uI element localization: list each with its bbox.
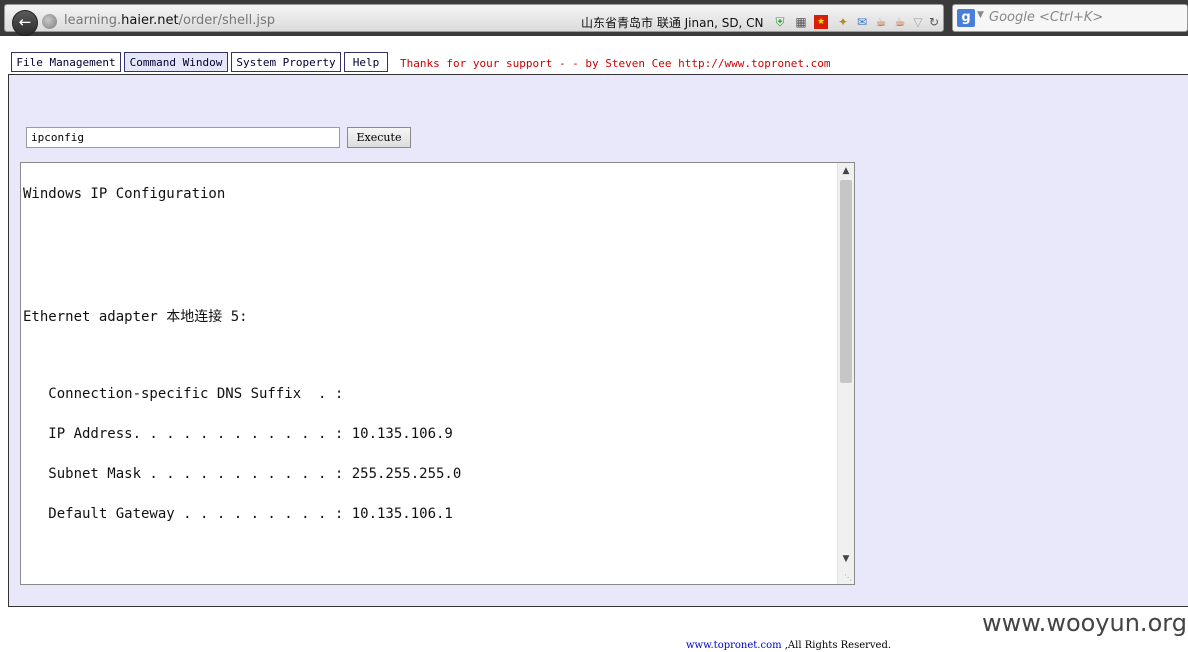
- url-prefix: learning.: [64, 13, 122, 28]
- search-box[interactable]: g ▼ Google <Ctrl+K>: [952, 4, 1188, 32]
- google-icon[interactable]: g: [957, 9, 975, 27]
- dropdown-icon[interactable]: ▽: [911, 15, 925, 29]
- thanks-notice: Thanks for your support - - by Steven Ce…: [400, 57, 831, 70]
- command-input[interactable]: [26, 127, 340, 148]
- footer: www.topronet.com ,All Rights Reserved.: [686, 640, 891, 651]
- url-text[interactable]: learning.haier.net/order/shell.jsp: [64, 13, 275, 28]
- reload-icon[interactable]: ↻: [927, 15, 941, 29]
- footer-text: ,All Rights Reserved.: [781, 640, 892, 651]
- url-domain: haier.net: [121, 13, 179, 28]
- menu-file-management[interactable]: File Management: [11, 52, 121, 72]
- chevron-down-icon[interactable]: ▼: [977, 10, 984, 20]
- shield-icon[interactable]: ⛨: [773, 15, 787, 29]
- watermark: www.wooyun.org: [982, 609, 1187, 637]
- command-output[interactable]: Windows IP Configuration Ethernet adapte…: [20, 162, 855, 585]
- scroll-down-icon[interactable]: ▼: [838, 551, 854, 567]
- output-line: Ethernet adapter 本地连接 5:: [23, 309, 248, 325]
- output-line: Windows IP Configuration: [23, 186, 226, 202]
- menu-command-window[interactable]: Command Window: [124, 52, 228, 72]
- java-icon[interactable]: ☕: [874, 15, 888, 29]
- output-line: Connection-specific DNS Suffix . :: [23, 386, 344, 402]
- menu-system-property[interactable]: System Property: [231, 52, 341, 72]
- back-arrow-icon[interactable]: ←: [12, 10, 38, 36]
- resize-grip-icon[interactable]: ⋱: [844, 573, 852, 582]
- scroll-up-icon[interactable]: ▲: [838, 163, 854, 179]
- translate-icon[interactable]: ✉: [855, 15, 869, 29]
- menu-help[interactable]: Help: [344, 52, 388, 72]
- execute-button[interactable]: Execute: [347, 127, 411, 148]
- java-icon-2[interactable]: ☕: [893, 15, 907, 29]
- qr-code-icon[interactable]: ▦: [794, 15, 808, 29]
- output-line: IP Address. . . . . . . . . . . . : 10.1…: [23, 426, 453, 442]
- china-flag-icon[interactable]: ★: [814, 15, 828, 29]
- search-placeholder[interactable]: Google <Ctrl+K>: [989, 10, 1103, 25]
- output-scrollbar[interactable]: ▲ ▼: [837, 163, 854, 584]
- command-panel: Execute Windows IP Configuration Etherne…: [8, 74, 1188, 607]
- url-path: /order/shell.jsp: [178, 13, 276, 28]
- plugin-icon[interactable]: ✦: [836, 15, 850, 29]
- location-info: 山东省青岛市 联通 Jinan, SD, CN: [581, 16, 764, 30]
- footer-link[interactable]: www.topronet.com: [686, 640, 782, 651]
- browser-toolbar: ← learning.haier.net/order/shell.jsp 山东省…: [0, 0, 1188, 36]
- output-line: Subnet Mask . . . . . . . . . . . : 255.…: [23, 466, 462, 482]
- globe-icon: [42, 14, 57, 29]
- output-line: Default Gateway . . . . . . . . . : 10.1…: [23, 506, 453, 522]
- address-bar[interactable]: ← learning.haier.net/order/shell.jsp 山东省…: [4, 4, 944, 36]
- scroll-thumb[interactable]: [840, 180, 852, 383]
